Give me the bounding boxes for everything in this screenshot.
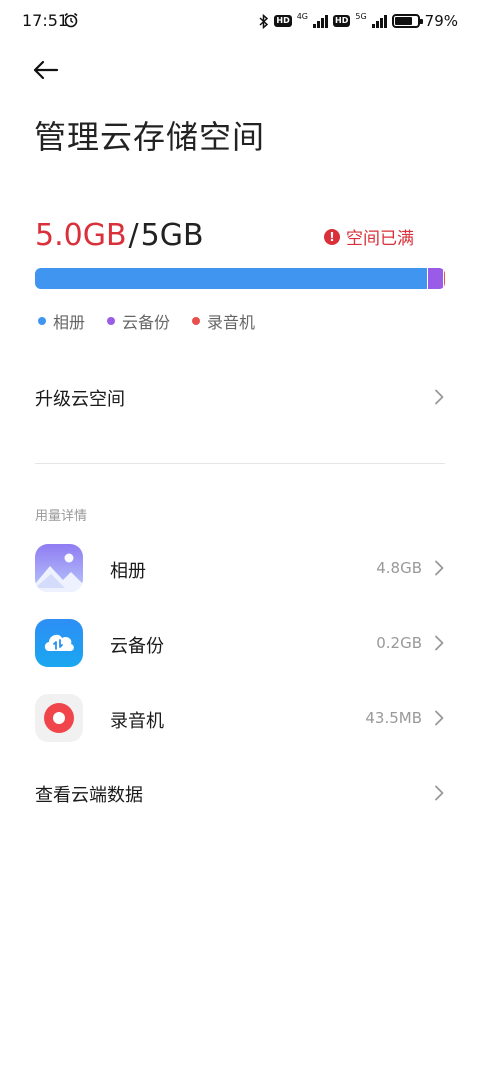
storage-used-value: 5.0GB [35, 218, 127, 253]
gallery-icon [35, 544, 83, 592]
hd-badge: HD [333, 15, 351, 27]
page-title: 管理云存储空间 [34, 118, 266, 156]
signal-icon [371, 14, 387, 28]
legend-item: 录音机 [192, 309, 255, 333]
app-usage-size: 0.2GB [376, 634, 422, 652]
legend-label: 云备份 [122, 313, 171, 332]
usage-details-heading: 用量详情 [35, 509, 88, 524]
upgrade-cloud-space-row[interactable]: 升级云空间 [0, 370, 480, 424]
app-name: 相册 [110, 561, 146, 582]
legend-dot-icon [38, 317, 46, 325]
legend-label: 录音机 [207, 313, 256, 332]
storage-used-summary: 5.0GB/5GB [35, 218, 204, 253]
storage-total-value: 5GB [140, 218, 204, 253]
app-name: 录音机 [110, 711, 164, 732]
chevron-right-icon [435, 635, 444, 651]
cloud-backup-icon [35, 619, 83, 667]
legend-dot-icon [192, 317, 201, 325]
battery-percent: 79% [424, 12, 458, 30]
legend-label: 相册 [53, 313, 86, 332]
usage-row-cloud-backup[interactable]: 云备份 0.2GB [0, 611, 480, 675]
back-button[interactable] [30, 52, 70, 88]
storage-full-warning: ! 空间已满 [324, 224, 414, 249]
bluetooth-icon [259, 13, 269, 29]
legend-item: 相册 [38, 309, 85, 333]
legend-dot-icon [107, 317, 116, 325]
signal-icon [313, 14, 329, 28]
usage-legend: 相册 云备份 录音机 [38, 309, 255, 333]
usage-segment [35, 268, 427, 289]
upgrade-cloud-space-label: 升级云空间 [35, 389, 125, 410]
storage-status-text: 空间已满 [346, 229, 414, 249]
chevron-right-icon [435, 560, 444, 576]
alert-icon: ! [324, 228, 340, 245]
status-icons: HD 4G HD 5G 79% [259, 10, 458, 32]
legend-item: 云备份 [107, 309, 170, 333]
app-name: 云备份 [110, 636, 164, 657]
storage-usage-bar [35, 268, 445, 289]
chevron-right-icon [435, 710, 444, 726]
arrow-left-icon [33, 60, 59, 80]
hd-badge: HD [274, 15, 292, 27]
status-bar: 17:51 HD 4G HD 5G 79% [0, 0, 480, 42]
storage-separator: / [128, 218, 139, 253]
chevron-right-icon [435, 389, 444, 405]
view-cloud-data-label: 查看云端数据 [35, 785, 143, 806]
network-type-label: 5G [355, 11, 367, 21]
network-type-label: 4G [296, 11, 309, 21]
app-usage-size: 4.8GB [376, 559, 422, 577]
status-time: 17:51 [22, 11, 69, 30]
view-cloud-data-row[interactable]: 查看云端数据 [0, 766, 480, 820]
divider [35, 463, 445, 464]
usage-segment [442, 268, 445, 289]
alarm-icon [64, 12, 78, 28]
usage-row-gallery[interactable]: 相册 4.8GB [0, 536, 480, 600]
battery-icon [391, 14, 423, 28]
recorder-icon [35, 694, 83, 742]
chevron-right-icon [435, 785, 444, 801]
usage-segment [426, 268, 443, 289]
usage-row-recorder[interactable]: 录音机 43.5MB [0, 686, 480, 750]
app-usage-size: 43.5MB [365, 709, 422, 727]
